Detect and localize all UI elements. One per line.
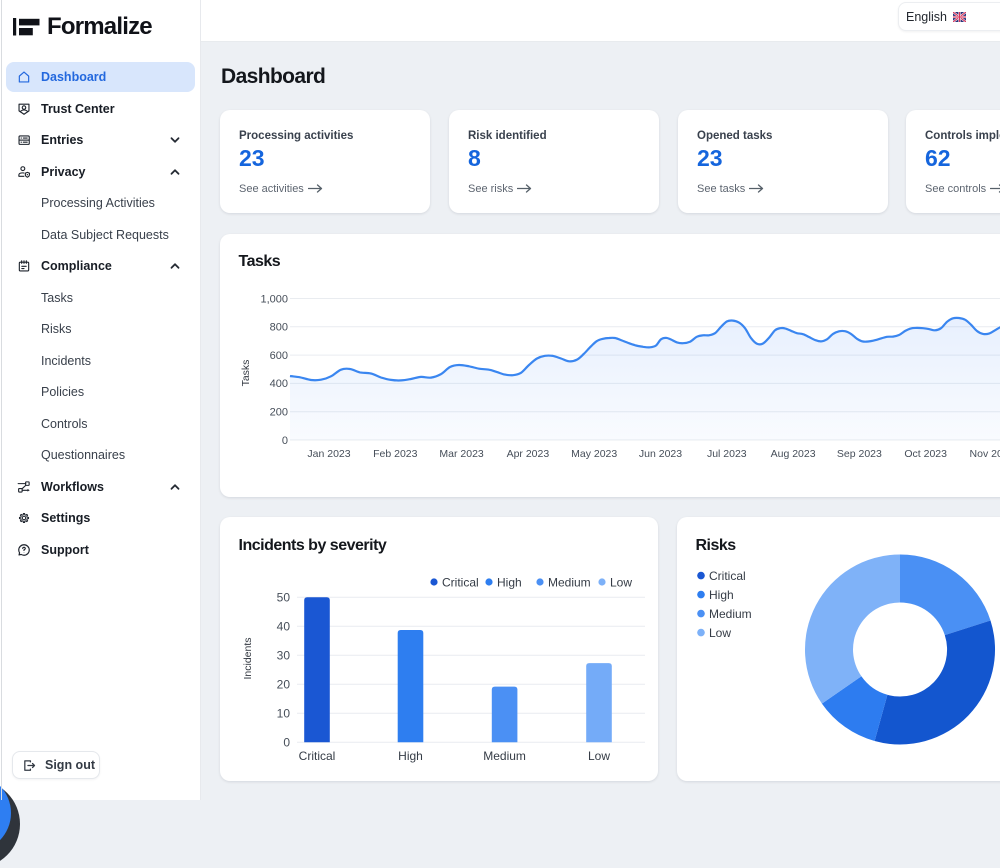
svg-text:Feb 2023: Feb 2023 [373, 448, 418, 460]
svg-text:Low: Low [709, 626, 731, 640]
svg-text:Critical: Critical [709, 569, 746, 583]
svg-text:Tasks: Tasks [240, 360, 252, 387]
svg-text:1,000: 1,000 [260, 293, 288, 305]
svg-text:Critical: Critical [299, 749, 336, 763]
svg-text:400: 400 [270, 378, 288, 390]
svg-text:Apr 2023: Apr 2023 [507, 448, 550, 460]
svg-text:0: 0 [283, 736, 290, 750]
svg-text:20: 20 [277, 678, 291, 692]
svg-text:Nov 2023: Nov 2023 [970, 448, 1000, 460]
svg-text:Jan 2023: Jan 2023 [307, 448, 350, 460]
svg-text:Medium: Medium [548, 576, 591, 590]
svg-text:Medium: Medium [709, 607, 752, 621]
svg-text:Low: Low [588, 749, 610, 763]
svg-text:200: 200 [270, 407, 288, 419]
svg-text:Mar 2023: Mar 2023 [439, 448, 484, 460]
svg-text:0: 0 [282, 435, 288, 447]
svg-text:Medium: Medium [483, 749, 526, 763]
svg-text:High: High [709, 588, 734, 602]
svg-text:40: 40 [277, 619, 291, 633]
svg-text:Jul 2023: Jul 2023 [707, 448, 747, 460]
svg-text:Jun 2023: Jun 2023 [639, 448, 682, 460]
svg-text:600: 600 [270, 350, 288, 362]
svg-text:High: High [497, 576, 522, 590]
svg-text:800: 800 [270, 322, 288, 334]
svg-text:10: 10 [277, 707, 291, 721]
svg-text:Sep 2023: Sep 2023 [837, 448, 882, 460]
svg-text:Aug 2023: Aug 2023 [771, 448, 816, 460]
svg-text:High: High [398, 749, 423, 763]
svg-text:Oct 2023: Oct 2023 [904, 448, 947, 460]
svg-text:50: 50 [277, 590, 291, 604]
svg-text:30: 30 [277, 648, 291, 662]
svg-text:Incidents: Incidents [242, 637, 254, 679]
svg-text:Low: Low [610, 576, 632, 590]
svg-text:May 2023: May 2023 [571, 448, 617, 460]
svg-text:Critical: Critical [442, 576, 479, 590]
